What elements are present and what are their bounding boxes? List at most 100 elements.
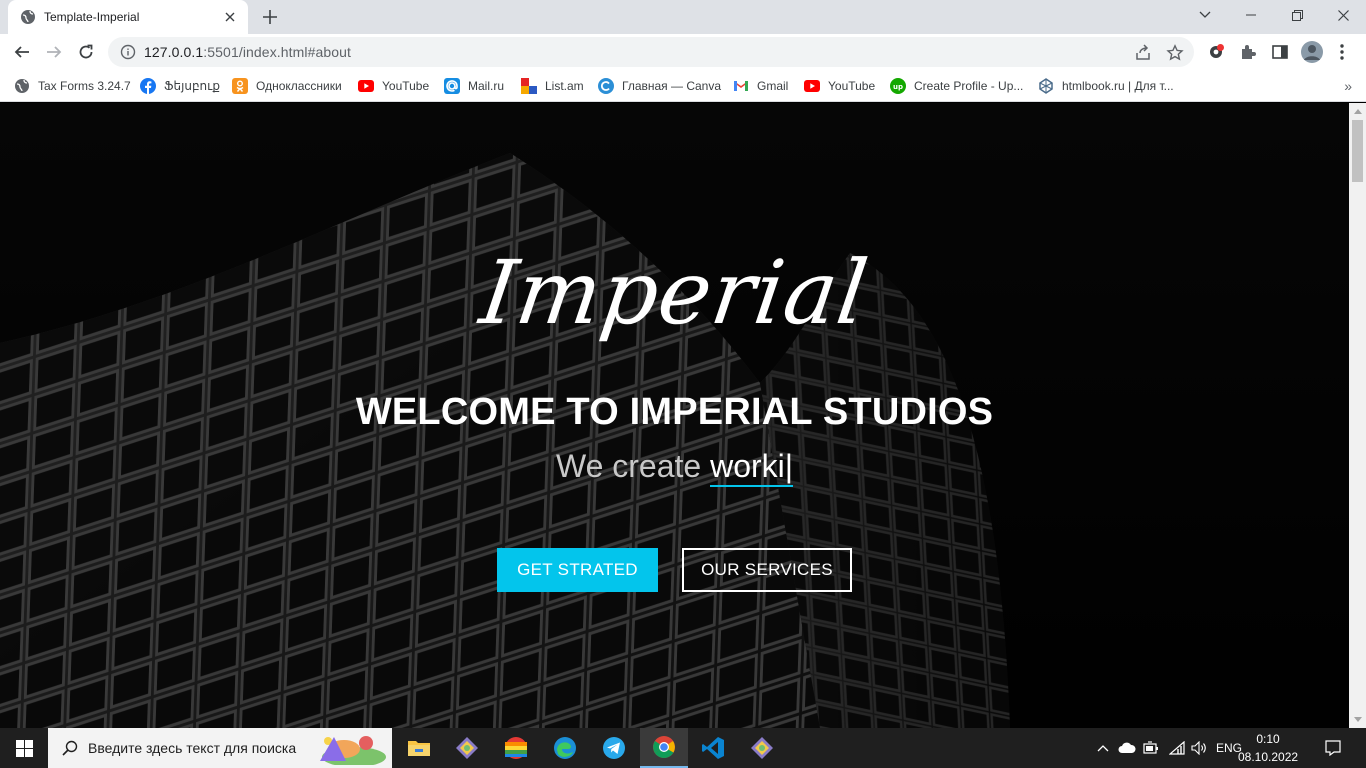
taskbar-git-app[interactable] xyxy=(443,728,491,768)
get-started-button[interactable]: GET STRATED xyxy=(497,548,658,592)
taskbar-git-app-2[interactable] xyxy=(738,728,786,768)
bookmark-tax-forms[interactable]: Tax Forms 3.24.7 xyxy=(14,76,131,96)
bookmark-htmlbook[interactable]: htmlbook.ru | Для т... xyxy=(1038,76,1174,96)
bookmark-label: YouTube xyxy=(382,79,430,93)
search-icon xyxy=(62,740,78,756)
bookmark-facebook[interactable]: Ֆեյսբուք xyxy=(140,76,220,96)
git-diamond-icon xyxy=(456,737,478,759)
youtube-icon xyxy=(358,78,374,94)
bookmark-canva[interactable]: Главная — Canva xyxy=(598,76,721,96)
tagline-typed: worki| xyxy=(710,448,794,487)
tray-chevron-up-icon[interactable] xyxy=(1094,728,1112,768)
reload-button[interactable] xyxy=(72,38,100,66)
bookmark-gmail[interactable]: Gmail xyxy=(733,76,788,96)
bookmark-label: Mail.ru xyxy=(468,79,505,93)
canva-icon xyxy=(598,78,614,94)
close-window-button[interactable] xyxy=(1320,0,1366,30)
bookmarks-bar: Tax Forms 3.24.7 Ֆեյսբուք Одноклассники … xyxy=(0,70,1366,102)
hero-heading: WELCOME TO IMPERIAL STUDIOS xyxy=(355,391,994,433)
bookmark-label: Tax Forms 3.24.7 xyxy=(38,79,131,93)
page-scrollbar[interactable] xyxy=(1349,103,1366,728)
taskbar-telegram[interactable] xyxy=(590,728,638,768)
new-tab-button[interactable] xyxy=(258,5,282,29)
bookmark-youtube[interactable]: YouTube xyxy=(358,76,429,96)
close-icon[interactable] xyxy=(222,9,238,25)
notifications-icon[interactable] xyxy=(1318,728,1348,768)
extension-gear-icon[interactable] xyxy=(1207,43,1225,61)
start-button[interactable] xyxy=(0,728,48,768)
globe-icon xyxy=(14,78,30,94)
taskbar-clock[interactable]: 0:10 08.10.2022 xyxy=(1238,730,1298,766)
tab-search-button[interactable] xyxy=(1182,0,1228,30)
side-panel-icon[interactable] xyxy=(1271,43,1289,61)
onedrive-cloud-icon[interactable] xyxy=(1116,728,1138,768)
taskbar-vscode[interactable] xyxy=(689,728,737,768)
windows-taskbar: Введите здесь текст для поиска ENG 0:10 … xyxy=(0,728,1366,768)
htmlbook-icon xyxy=(1038,78,1054,94)
volume-icon[interactable] xyxy=(1188,728,1210,768)
taskbar-chrome[interactable] xyxy=(640,728,688,768)
taskbar-file-explorer[interactable] xyxy=(395,728,443,768)
profile-avatar[interactable] xyxy=(1301,41,1323,63)
rainbow-circle-icon xyxy=(505,737,527,759)
taskbar-search-box[interactable]: Введите здесь текст для поиска xyxy=(48,728,392,768)
vscode-icon xyxy=(702,737,724,759)
globe-icon xyxy=(20,9,36,25)
bookmark-mailru[interactable]: Mail.ru xyxy=(444,76,504,96)
scroll-up-icon[interactable] xyxy=(1349,103,1366,120)
minimize-icon xyxy=(1246,14,1256,16)
page-viewport: Imperial WELCOME TO IMPERIAL STUDIOS We … xyxy=(0,103,1349,728)
facebook-icon xyxy=(140,78,156,94)
mailru-icon xyxy=(444,78,460,94)
scroll-down-icon[interactable] xyxy=(1349,711,1366,728)
extensions-puzzle-icon[interactable] xyxy=(1239,43,1257,61)
hero-logo: Imperial xyxy=(474,241,875,344)
arrow-left-icon xyxy=(14,46,29,58)
git-diamond-icon xyxy=(751,737,773,759)
scrollbar-thumb[interactable] xyxy=(1352,120,1363,182)
share-icon[interactable] xyxy=(1134,44,1152,62)
wifi-icon[interactable] xyxy=(1166,728,1188,768)
back-button[interactable] xyxy=(8,38,36,66)
taskbar-edge[interactable] xyxy=(541,728,589,768)
bookmark-label: Create Profile - Up... xyxy=(914,79,1024,93)
edge-icon xyxy=(554,737,576,759)
plus-icon xyxy=(263,10,277,24)
site-info-icon[interactable] xyxy=(120,44,136,60)
odnoklassniki-icon xyxy=(232,78,248,94)
folder-icon xyxy=(408,741,430,756)
forward-button[interactable] xyxy=(40,38,68,66)
bookmark-label: Главная — Canva xyxy=(622,79,722,93)
url-text: 127.0.0.1:5501/index.html#about xyxy=(144,44,351,60)
bookmark-upwork[interactable]: up Create Profile - Up... xyxy=(890,76,1023,96)
url-host: 127.0.0.1 xyxy=(144,44,204,60)
kebab-menu-icon[interactable] xyxy=(1333,43,1351,61)
chrome-icon xyxy=(653,736,675,758)
windows-logo-icon xyxy=(15,739,33,757)
bookmark-label: Одноклассники xyxy=(256,79,342,93)
bookmark-odnoklassniki[interactable]: Одноклассники xyxy=(232,76,342,96)
url-path: :5501/index.html#about xyxy=(203,44,352,60)
bookmark-listam[interactable]: List.am xyxy=(521,76,584,96)
bookmarks-overflow-icon[interactable]: » xyxy=(1344,78,1352,94)
browser-tab-strip: Template-Imperial xyxy=(0,0,1366,34)
restore-icon xyxy=(1291,9,1303,21)
arrow-right-icon xyxy=(47,46,62,58)
close-icon xyxy=(1337,9,1349,21)
battery-icon[interactable] xyxy=(1140,728,1162,768)
bookmark-label: List.am xyxy=(545,79,584,93)
search-highlight-illustration xyxy=(320,736,386,765)
gmail-icon xyxy=(733,78,749,94)
browser-tab[interactable]: Template-Imperial xyxy=(8,0,248,34)
restore-button[interactable] xyxy=(1274,0,1320,30)
address-bar[interactable]: 127.0.0.1:5501/index.html#about xyxy=(108,37,1194,67)
bookmark-star-icon[interactable] xyxy=(1166,44,1184,62)
our-services-button[interactable]: OUR SERVICES xyxy=(682,548,852,592)
hero-tagline: We create worki| xyxy=(0,448,1349,487)
bookmark-youtube-2[interactable]: YouTube xyxy=(804,76,875,96)
taskbar-rainbow-app[interactable] xyxy=(492,728,540,768)
tab-title: Template-Imperial xyxy=(44,10,140,24)
clock-time: 0:10 xyxy=(1256,732,1280,746)
bookmark-label: Gmail xyxy=(757,79,789,93)
minimize-button[interactable] xyxy=(1228,0,1274,30)
